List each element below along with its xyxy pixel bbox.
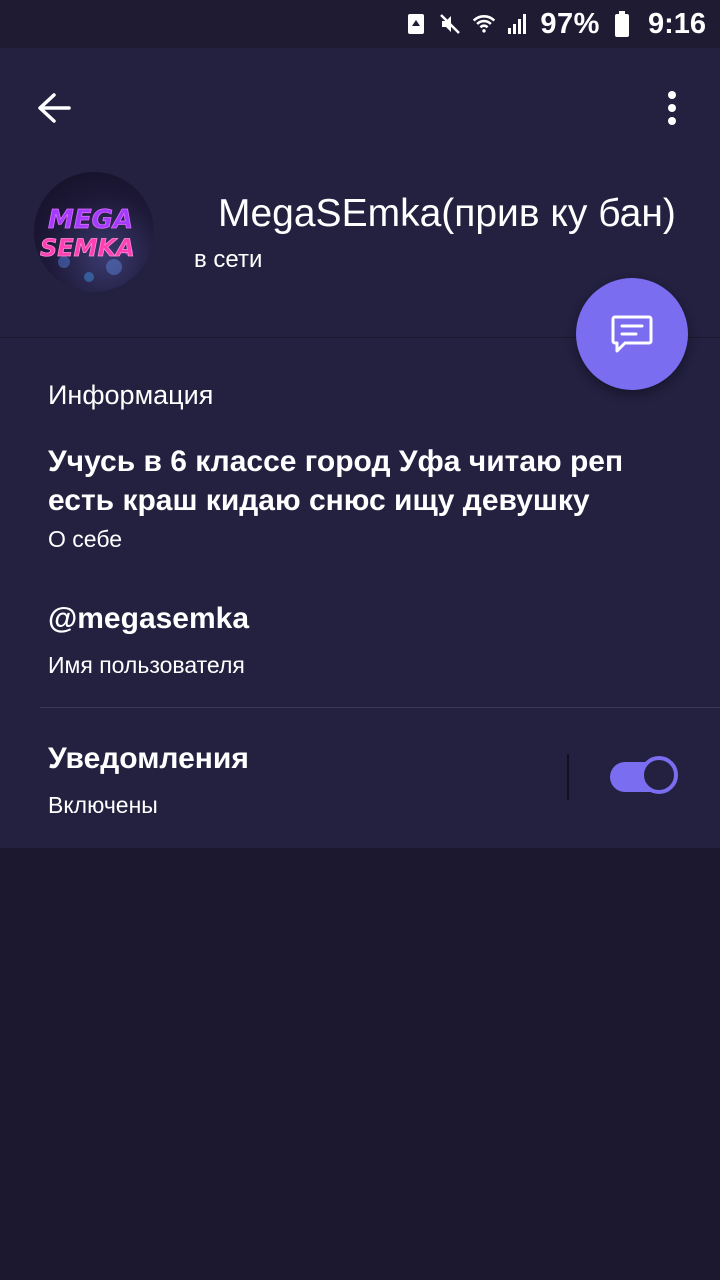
profile-name: MegaSEmka(прив ку бан) xyxy=(218,192,676,235)
bio-text[interactable]: Учусь в 6 классе город Уфа читаю реп ест… xyxy=(48,442,668,520)
recycle-icon xyxy=(404,12,428,36)
more-options-button[interactable] xyxy=(644,80,700,136)
notifications-caption: Включены xyxy=(48,792,158,818)
toggle-knob[interactable] xyxy=(640,756,678,794)
section-title: Информация xyxy=(48,380,214,410)
status-bar: 97% 9:16 xyxy=(0,0,720,48)
message-button[interactable] xyxy=(576,278,688,390)
username-value[interactable]: @megasemka xyxy=(48,602,249,636)
vertical-divider xyxy=(567,754,569,800)
more-vertical-icon xyxy=(668,91,676,125)
profile-screen: 97% 9:16 MEGA SEMKA MegaSEmka(прив ку ба… xyxy=(0,0,720,1280)
battery-percent: 97% xyxy=(540,7,600,40)
signal-icon xyxy=(506,12,530,36)
avatar-text-top: MEGA xyxy=(48,205,133,235)
message-icon xyxy=(611,315,653,353)
clock: 9:16 xyxy=(647,7,706,40)
avatar-text-bottom: SEMKA xyxy=(40,234,135,262)
online-status: в сети xyxy=(194,246,263,273)
battery-icon xyxy=(610,11,634,37)
arrow-left-icon xyxy=(38,93,71,123)
notifications-row[interactable]: Уведомления Включены xyxy=(0,708,720,848)
info-card: Информация Учусь в 6 классе город Уфа чи… xyxy=(0,338,720,848)
wifi-icon xyxy=(472,12,496,36)
avatar[interactable]: MEGA SEMKA xyxy=(34,172,154,292)
bio-caption: О себе xyxy=(48,526,123,552)
mute-icon xyxy=(438,12,462,36)
back-button[interactable] xyxy=(26,80,82,136)
username-caption: Имя пользователя xyxy=(48,652,245,678)
notifications-title: Уведомления xyxy=(48,742,249,775)
